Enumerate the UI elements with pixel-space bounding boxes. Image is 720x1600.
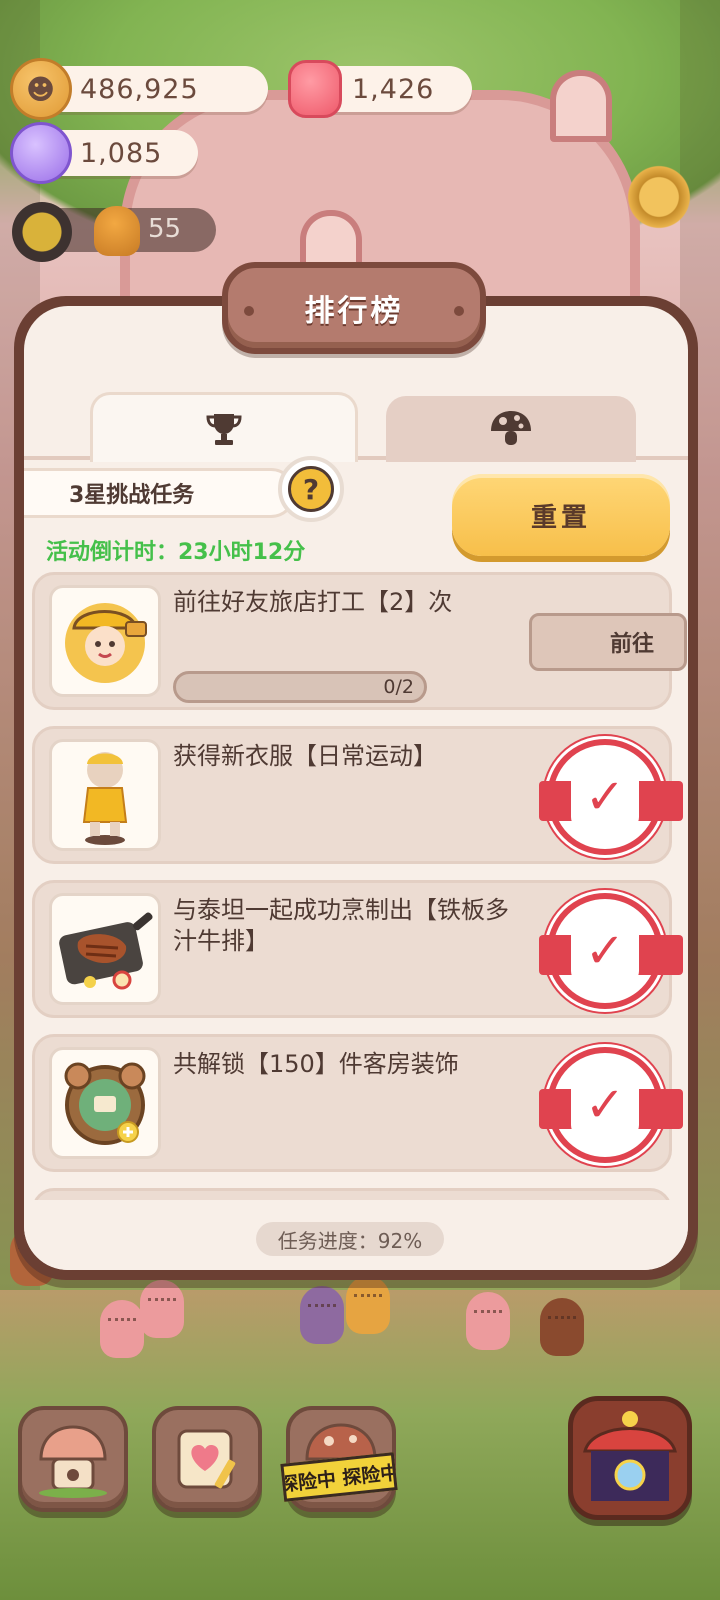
task-title: 获得新衣服【日常运动】: [173, 742, 437, 770]
checkmark-icon: ✓: [571, 917, 639, 985]
completed-stamp: ✓: [539, 893, 683, 1009]
completed-stamp: ✓: [539, 739, 683, 855]
heart-notebook-icon: [177, 1429, 236, 1489]
task-thumbnail-outfit: [49, 739, 161, 851]
jelly-currency-pill[interactable]: 1,426: [288, 60, 472, 118]
completed-stamp: ✓: [539, 1047, 683, 1163]
sun-gear-icon[interactable]: [12, 202, 72, 262]
crystal-count: 1,085: [80, 137, 163, 169]
go-button[interactable]: 前往: [529, 613, 687, 671]
task-thumbnail-steak: [49, 893, 161, 1005]
task-progress-bar: 0/2: [173, 671, 427, 703]
task-title: 前往好友旅店打工【2】次: [173, 588, 453, 616]
carnival-tent-icon: [583, 1411, 677, 1501]
cookie-npc[interactable]: [140, 1280, 184, 1338]
modal-title-plate: 排行榜: [222, 262, 486, 354]
journal-dock-button[interactable]: [152, 1406, 262, 1512]
cookie-npc[interactable]: [100, 1300, 144, 1358]
settings-gear-button[interactable]: [620, 158, 698, 236]
task-title: 与泰坦一起成功烹制出【铁板多汁牛排】: [173, 896, 509, 955]
tab-mushroom[interactable]: [386, 396, 636, 462]
mushroom-house-icon: [39, 1425, 107, 1498]
help-button[interactable]: ?: [278, 456, 344, 522]
cookie-npc[interactable]: [540, 1298, 584, 1356]
checkmark-icon: ✓: [571, 763, 639, 831]
tab-trophy[interactable]: [90, 392, 358, 462]
cookie-coin-icon: ☻: [10, 58, 72, 120]
task-card: 共解锁【150】件客房装饰 ✓: [32, 1034, 683, 1172]
jelly-count: 1,426: [352, 73, 435, 105]
mushroom-icon: [491, 411, 531, 445]
modal-body: 3星挑战任务 ? 活动倒计时：23小时12分 重置 前往好友旅店打工【2】次 0…: [24, 306, 688, 1270]
leaderboard-modal: 3星挑战任务 ? 活动倒计时：23小时12分 重置 前往好友旅店打工【2】次 0…: [14, 296, 698, 1280]
cookie-npc[interactable]: [300, 1286, 344, 1344]
checkmark-icon: ✓: [571, 1071, 639, 1139]
modal-title: 排行榜: [304, 294, 404, 329]
trophy-icon: [206, 413, 242, 445]
house-window: [550, 70, 612, 142]
jelly-icon: [288, 60, 342, 118]
home-dock-button[interactable]: [18, 1406, 128, 1512]
cookie-currency-pill[interactable]: ☻ 486,925: [10, 58, 268, 120]
cookie-count: 486,925: [80, 73, 199, 105]
task-card: 与泰坦一起成功烹制出【铁板多汁牛排】 ✓: [32, 880, 683, 1018]
carnival-dock-button[interactable]: [568, 1396, 692, 1520]
reset-button[interactable]: 重置: [452, 474, 670, 556]
energy-count: 55: [148, 214, 182, 244]
task-group-label-text: 3星挑战任务: [69, 483, 195, 508]
task-thumbnail-worker: [49, 585, 161, 697]
overall-progress: 任务进度：92%: [256, 1222, 444, 1256]
cookie-npc[interactable]: [346, 1276, 390, 1334]
crystal-icon: [10, 122, 72, 184]
task-title: 共解锁【150】件客房装饰: [173, 1050, 459, 1078]
cookie-npc[interactable]: [466, 1292, 510, 1350]
event-countdown: 活动倒计时：23小时12分: [46, 540, 306, 565]
task-thumbnail-decor: [49, 1047, 161, 1159]
task-group-label: 3星挑战任务: [24, 468, 296, 518]
task-card: 前往好友旅店打工【2】次 0/2 前往: [32, 572, 687, 710]
question-icon: ?: [288, 466, 334, 512]
crystal-currency-pill[interactable]: 1,085: [10, 122, 198, 184]
gingerbread-icon: [94, 206, 140, 256]
task-card: 获得新衣服【日常运动】 ✓: [32, 726, 683, 864]
task-progress-text: 0/2: [383, 676, 414, 698]
